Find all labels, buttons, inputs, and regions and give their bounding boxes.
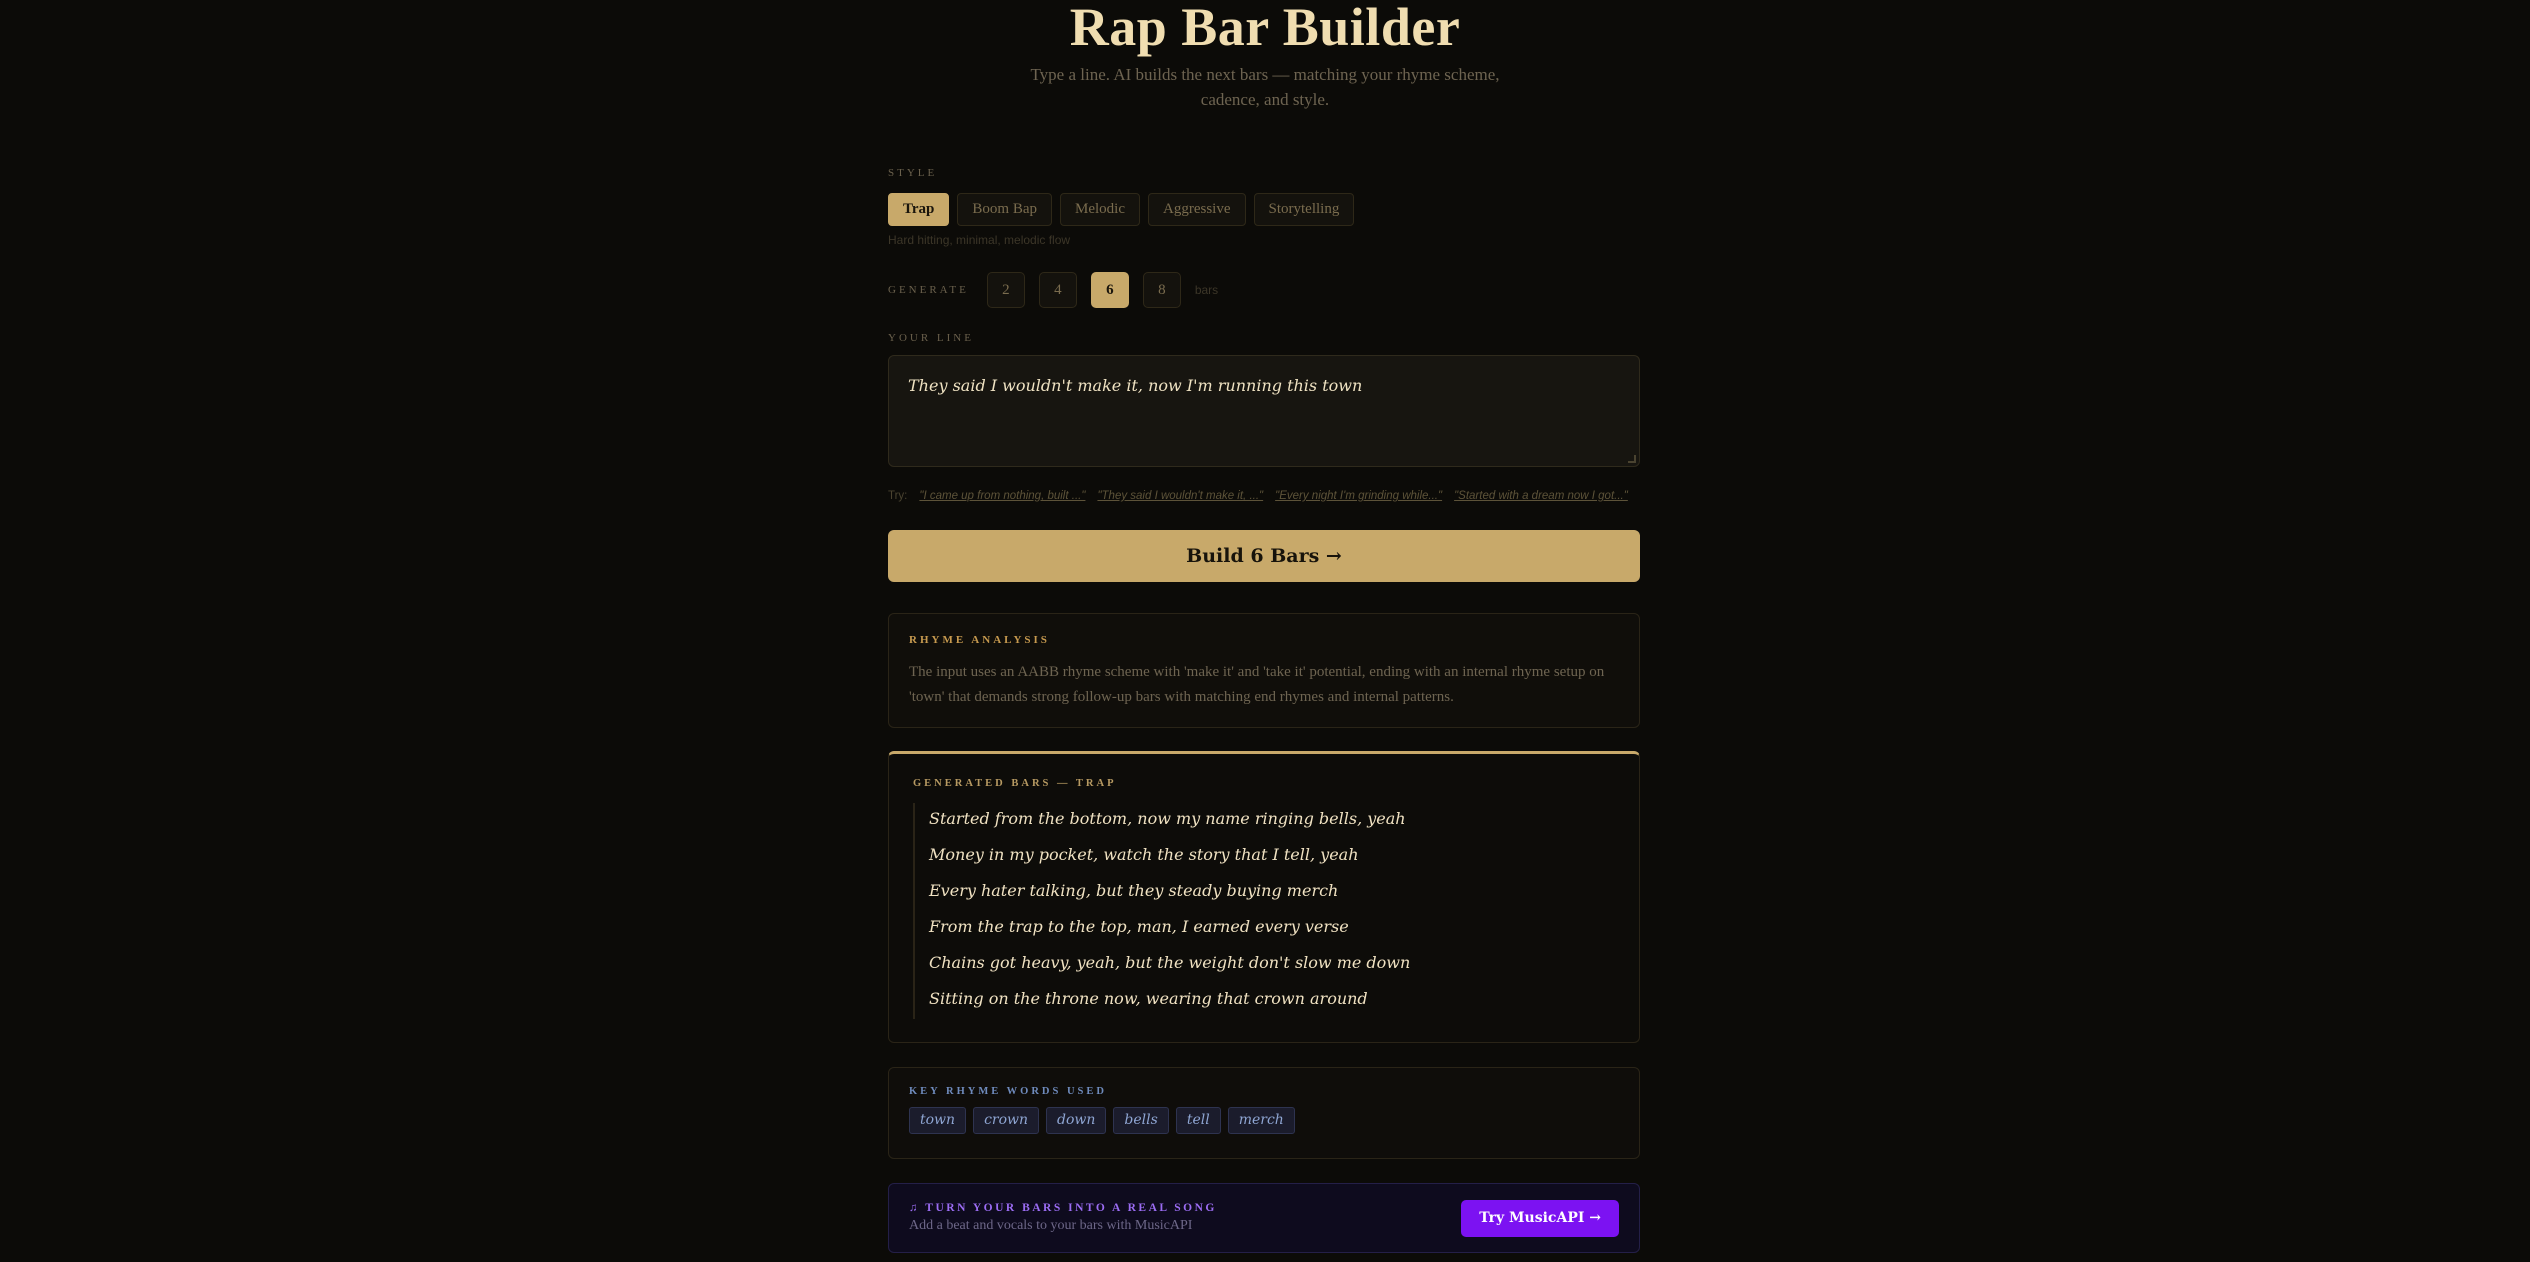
bars-suffix: bars — [1194, 283, 1219, 297]
bar-line: From the trap to the top, man, I earned … — [913, 911, 1615, 947]
rhyme-word-tag[interactable]: merch — [1227, 1107, 1295, 1134]
music-promo-text: ♫ Turn your bars into a real song Add a … — [909, 1202, 1217, 1234]
music-promo-card: ♫ Turn your bars into a real song Add a … — [888, 1183, 1640, 1253]
style-chip-melodic[interactable]: Melodic — [1060, 193, 1140, 226]
style-chip-storytelling[interactable]: Storytelling — [1253, 193, 1355, 226]
rhyme-analysis-title: Rhyme Analysis — [909, 634, 1050, 646]
page-subtitle: Type a line. AI builds the next bars — m… — [1030, 65, 1500, 109]
rhyme-analysis-text: The input uses an AABB rhyme scheme with… — [909, 664, 1605, 705]
rhyme-word-tag[interactable]: crown — [973, 1107, 1040, 1134]
your-line-label: Your line — [888, 332, 974, 344]
music-promo-title: Turn your bars into a real song — [925, 1202, 1217, 1214]
bar-count-2[interactable]: 2 — [986, 272, 1025, 308]
line-input-wrapper: They said I wouldn't make it, now I'm ru… — [888, 355, 1640, 467]
try-musicapi-button[interactable]: Try MusicAPI → — [1461, 1199, 1619, 1237]
bar-count-8[interactable]: 8 — [1142, 272, 1181, 308]
page-title: Rap Bar Builder — [1069, 0, 1461, 57]
example-link-1[interactable]: "I came up from nothing, built ..." — [919, 490, 1085, 502]
line-input[interactable]: They said I wouldn't make it, now I'm ru… — [888, 355, 1640, 467]
example-link-4[interactable]: "Started with a dream now I got..." — [1454, 490, 1628, 502]
generated-bars-card: Generated Bars — Trap Started from the b… — [888, 751, 1640, 1043]
app-page: Rap Bar Builder Type a line. AI builds t… — [0, 0, 2530, 1262]
generated-bars-title: Generated Bars — Trap — [913, 778, 1117, 789]
bar-line: Started from the bottom, now my name rin… — [913, 803, 1615, 839]
bar-line: Every hater talking, but they steady buy… — [913, 875, 1615, 911]
rhyme-word-tag[interactable]: town — [909, 1107, 967, 1134]
rhyme-word-tag[interactable]: tell — [1175, 1107, 1221, 1134]
bar-list: Started from the bottom, now my name rin… — [913, 803, 1615, 1019]
rhyme-word-tags: town crown down bells tell merch — [909, 1107, 1619, 1134]
style-label: Style — [888, 167, 938, 179]
example-link-2[interactable]: "They said I wouldn't make it, ..." — [1097, 490, 1263, 502]
example-link-3[interactable]: "Every night I'm grinding while..." — [1275, 490, 1442, 502]
music-note-icon: ♫ — [909, 1202, 921, 1214]
bar-count-selector: Generate 2 4 6 8 bars — [888, 272, 1640, 308]
style-chip-trap[interactable]: Trap — [888, 193, 950, 226]
rhyme-analysis-card: Rhyme Analysis The input uses an AABB rh… — [888, 613, 1640, 728]
bar-line: Money in my pocket, watch the story that… — [913, 839, 1615, 875]
bar-line: Sitting on the throne now, wearing that … — [913, 983, 1615, 1019]
style-chip-boom-bap[interactable]: Boom Bap — [957, 193, 1052, 226]
try-label: Try: — [888, 490, 908, 502]
rhyme-word-tag[interactable]: bells — [1113, 1107, 1169, 1134]
music-promo-subtitle: Add a beat and vocals to your bars with … — [909, 1218, 1193, 1233]
resize-handle[interactable] — [1628, 455, 1636, 463]
rhyme-words-card: Key Rhyme Words Used town crown down bel… — [888, 1067, 1640, 1159]
bar-count-6[interactable]: 6 — [1090, 272, 1129, 308]
style-chip-aggressive[interactable]: Aggressive — [1148, 193, 1246, 226]
example-suggestions: Try: "I came up from nothing, built ..."… — [888, 490, 1640, 502]
bar-count-4[interactable]: 4 — [1038, 272, 1077, 308]
style-selector: Trap Boom Bap Melodic Aggressive Storyte… — [888, 193, 1640, 226]
style-description: Hard hitting, minimal, melodic flow — [888, 233, 1071, 247]
rhyme-words-title: Key Rhyme Words Used — [909, 1086, 1107, 1097]
bar-line: Chains got heavy, yeah, but the weight d… — [913, 947, 1615, 983]
music-promo-title-row: ♫ Turn your bars into a real song — [909, 1202, 1217, 1214]
generate-label: Generate — [888, 284, 969, 296]
build-bars-button[interactable]: Build 6 Bars → — [888, 530, 1640, 582]
rhyme-word-tag[interactable]: down — [1046, 1107, 1107, 1134]
